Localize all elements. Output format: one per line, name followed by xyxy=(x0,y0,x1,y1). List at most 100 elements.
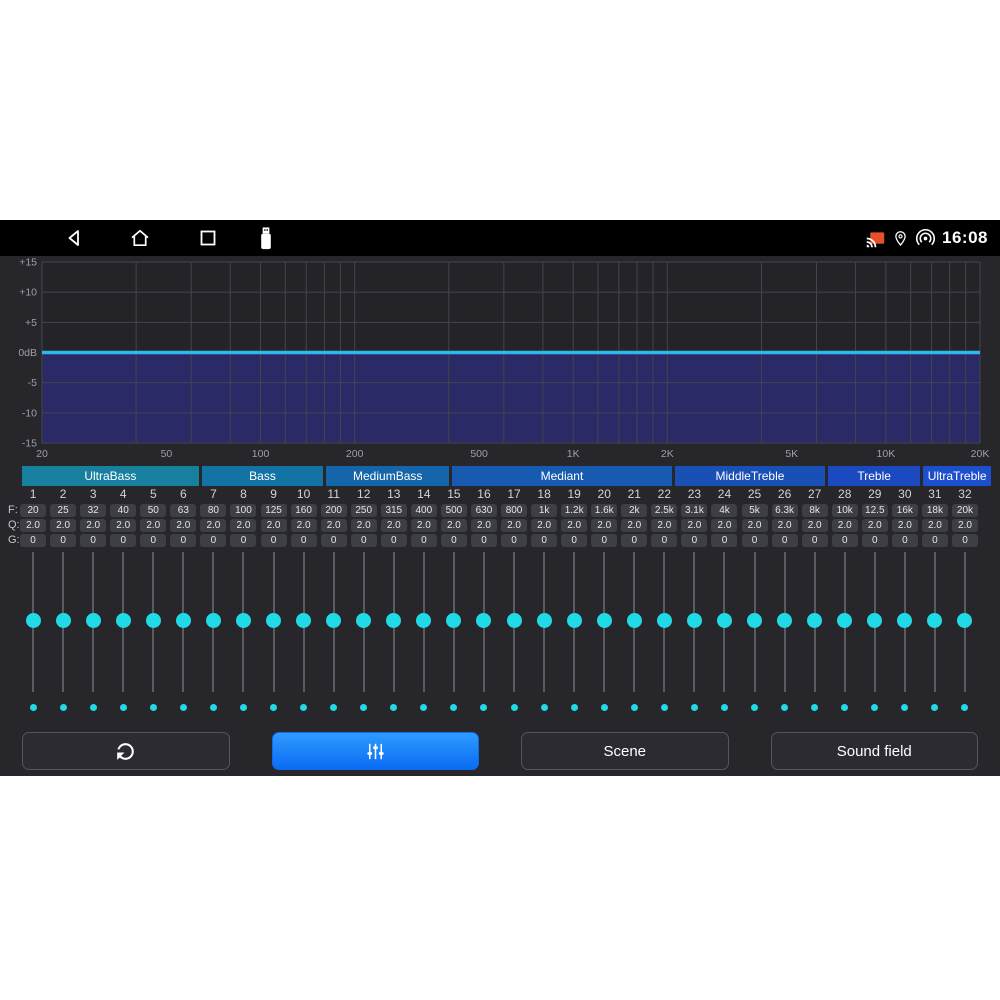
freq-value[interactable]: 3.1k xyxy=(681,504,707,517)
q-value[interactable]: 2.0 xyxy=(892,519,918,532)
q-value[interactable]: 2.0 xyxy=(501,519,527,532)
freq-value[interactable]: 500 xyxy=(441,504,467,517)
q-value[interactable]: 2.0 xyxy=(561,519,587,532)
slider-handle[interactable] xyxy=(687,613,702,628)
q-value[interactable]: 2.0 xyxy=(802,519,828,532)
back-button[interactable] xyxy=(62,226,86,250)
q-value[interactable]: 2.0 xyxy=(711,519,737,532)
slider-handle[interactable] xyxy=(537,613,552,628)
gain-slider[interactable] xyxy=(619,552,649,692)
gain-slider[interactable] xyxy=(259,552,289,692)
gain-slider[interactable] xyxy=(228,552,258,692)
gain-value[interactable]: 0 xyxy=(591,534,617,547)
slider-handle[interactable] xyxy=(356,613,371,628)
slider-handle[interactable] xyxy=(296,613,311,628)
gain-value[interactable]: 0 xyxy=(922,534,948,547)
freq-value[interactable]: 10k xyxy=(832,504,858,517)
scene-button[interactable]: Scene xyxy=(521,732,729,770)
gain-slider[interactable] xyxy=(319,552,349,692)
gain-slider[interactable] xyxy=(950,552,980,692)
gain-value[interactable]: 0 xyxy=(952,534,978,547)
freq-value[interactable]: 20 xyxy=(20,504,46,517)
q-value[interactable]: 2.0 xyxy=(351,519,377,532)
gain-value[interactable]: 0 xyxy=(80,534,106,547)
q-value[interactable]: 2.0 xyxy=(651,519,677,532)
slider-handle[interactable] xyxy=(867,613,882,628)
slider-handle[interactable] xyxy=(777,613,792,628)
gain-value[interactable]: 0 xyxy=(832,534,858,547)
slider-handle[interactable] xyxy=(56,613,71,628)
q-value[interactable]: 2.0 xyxy=(621,519,647,532)
freq-value[interactable]: 32 xyxy=(80,504,106,517)
freq-value[interactable]: 63 xyxy=(170,504,196,517)
gain-slider[interactable] xyxy=(740,552,770,692)
freq-value[interactable]: 250 xyxy=(351,504,377,517)
gain-value[interactable]: 0 xyxy=(681,534,707,547)
slider-handle[interactable] xyxy=(446,613,461,628)
gain-value[interactable]: 0 xyxy=(170,534,196,547)
q-value[interactable]: 2.0 xyxy=(742,519,768,532)
gain-slider[interactable] xyxy=(589,552,619,692)
freq-value[interactable]: 100 xyxy=(230,504,256,517)
gain-value[interactable]: 0 xyxy=(772,534,798,547)
gain-slider[interactable] xyxy=(18,552,48,692)
freq-value[interactable]: 160 xyxy=(291,504,317,517)
gain-slider[interactable] xyxy=(920,552,950,692)
slider-handle[interactable] xyxy=(897,613,912,628)
freq-value[interactable]: 1.2k xyxy=(561,504,587,517)
gain-slider[interactable] xyxy=(439,552,469,692)
slider-handle[interactable] xyxy=(266,613,281,628)
slider-handle[interactable] xyxy=(567,613,582,628)
gain-slider[interactable] xyxy=(529,552,559,692)
gain-slider[interactable] xyxy=(289,552,319,692)
slider-handle[interactable] xyxy=(717,613,732,628)
freq-value[interactable]: 6.3k xyxy=(772,504,798,517)
slider-handle[interactable] xyxy=(807,613,822,628)
q-value[interactable]: 2.0 xyxy=(922,519,948,532)
gain-slider[interactable] xyxy=(198,552,228,692)
freq-value[interactable]: 50 xyxy=(140,504,166,517)
slider-handle[interactable] xyxy=(597,613,612,628)
gain-value[interactable]: 0 xyxy=(802,534,828,547)
gain-slider[interactable] xyxy=(409,552,439,692)
gain-value[interactable]: 0 xyxy=(501,534,527,547)
gain-slider[interactable] xyxy=(379,552,409,692)
gain-value[interactable]: 0 xyxy=(200,534,226,547)
recents-button[interactable] xyxy=(196,226,220,250)
gain-value[interactable]: 0 xyxy=(20,534,46,547)
q-value[interactable]: 2.0 xyxy=(531,519,557,532)
slider-handle[interactable] xyxy=(176,613,191,628)
gain-value[interactable]: 0 xyxy=(621,534,647,547)
gain-value[interactable]: 0 xyxy=(140,534,166,547)
slider-handle[interactable] xyxy=(507,613,522,628)
slider-handle[interactable] xyxy=(747,613,762,628)
q-value[interactable]: 2.0 xyxy=(20,519,46,532)
slider-handle[interactable] xyxy=(26,613,41,628)
q-value[interactable]: 2.0 xyxy=(862,519,888,532)
slider-handle[interactable] xyxy=(146,613,161,628)
freq-value[interactable]: 1k xyxy=(531,504,557,517)
home-button[interactable] xyxy=(128,226,152,250)
q-value[interactable]: 2.0 xyxy=(230,519,256,532)
gain-slider[interactable] xyxy=(349,552,379,692)
q-value[interactable]: 2.0 xyxy=(170,519,196,532)
q-value[interactable]: 2.0 xyxy=(110,519,136,532)
gain-value[interactable]: 0 xyxy=(441,534,467,547)
slider-handle[interactable] xyxy=(386,613,401,628)
gain-value[interactable]: 0 xyxy=(742,534,768,547)
gain-value[interactable]: 0 xyxy=(711,534,737,547)
q-value[interactable]: 2.0 xyxy=(681,519,707,532)
gain-slider[interactable] xyxy=(78,552,108,692)
freq-value[interactable]: 1.6k xyxy=(591,504,617,517)
freq-value[interactable]: 40 xyxy=(110,504,136,517)
q-value[interactable]: 2.0 xyxy=(50,519,76,532)
q-value[interactable]: 2.0 xyxy=(591,519,617,532)
freq-value[interactable]: 630 xyxy=(471,504,497,517)
gain-value[interactable]: 0 xyxy=(351,534,377,547)
q-value[interactable]: 2.0 xyxy=(291,519,317,532)
gain-slider[interactable] xyxy=(138,552,168,692)
gain-slider[interactable] xyxy=(48,552,78,692)
gain-value[interactable]: 0 xyxy=(862,534,888,547)
gain-slider[interactable] xyxy=(108,552,138,692)
freq-value[interactable]: 25 xyxy=(50,504,76,517)
